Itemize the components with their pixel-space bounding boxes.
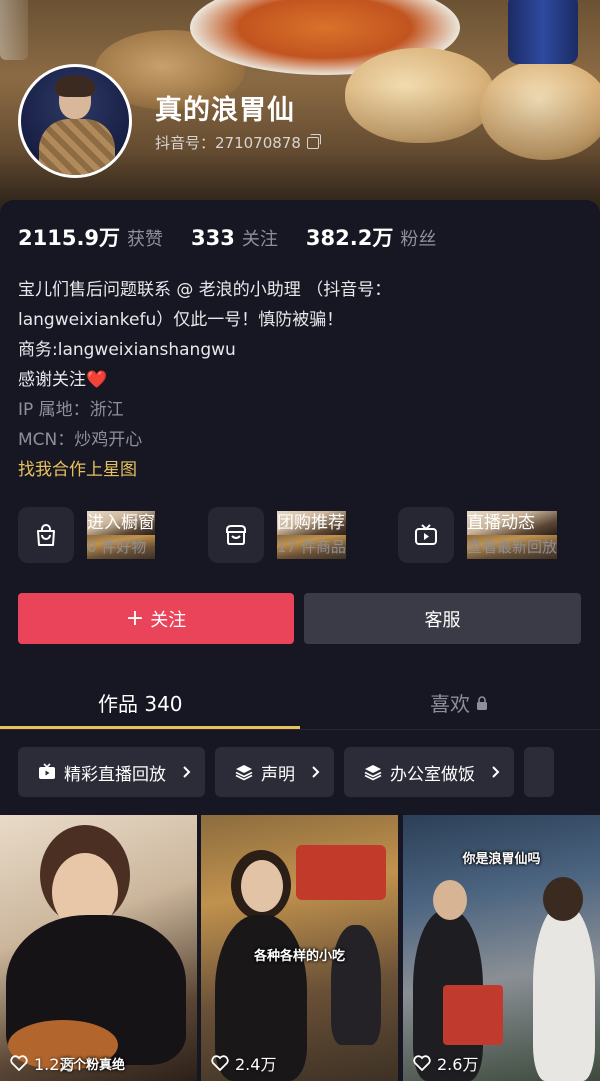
bio-line: langweixiankefu）仅此一号！慎防被骗！ [18,310,344,330]
likes-count: 1.2万 [34,1055,76,1074]
tab-likes-label: 喜欢 [430,692,470,716]
shopping-bag-icon [18,507,74,563]
video-caption: 各种各样的小吃 [253,949,345,964]
collection-label: 精彩直播回放 [64,764,166,785]
douyin-id[interactable]: 抖音号：271070878 [155,132,321,153]
stat-followers[interactable]: 382.2万 粉丝 [306,222,436,252]
entry-group-buy[interactable]: 团购推荐 17 件商品 [208,507,398,563]
plus-icon: + [125,606,145,631]
video-thumbnail[interactable]: 这个粉真绝 1.2万 [0,815,197,1081]
douyin-id-text: 抖音号：271070878 [155,134,301,152]
stat-following[interactable]: 333 关注 [191,225,278,251]
service-label: 客服 [424,609,461,631]
stack-icon [364,763,382,781]
heart-icon: ❤️ [86,370,108,390]
quick-entries: 进入橱窗 0 件好物 团购推荐 17 件商品 直播动态 查看最新回放 [18,507,588,563]
entry-title: 直播动态 [467,511,558,535]
collection-label: 声明 [261,764,295,785]
entry-showcase[interactable]: 进入橱窗 0 件好物 [18,507,208,563]
stat-label: 获赞 [127,229,164,250]
video-thumbnail[interactable]: 各种各样的小吃 2.4万 [201,815,398,1081]
stat-value: 333 [191,226,235,250]
bio-line: 感谢关注❤️ [18,365,588,395]
video-likes: 1.2万 [10,1051,75,1075]
lock-icon [477,695,487,710]
heart-outline-icon [211,1055,229,1071]
bio: 宝儿们售后问题联系 @ 老浪的小助理 （抖音号： langweixiankefu… [18,275,588,485]
likes-count: 2.4万 [235,1055,277,1074]
entry-title: 团购推荐 [277,511,346,535]
stat-label: 关注 [241,229,278,250]
collection-statement[interactable]: 声明 [215,747,334,797]
content-tabs: 作品 340 喜欢 [0,678,600,730]
video-likes: 2.6万 [413,1051,478,1075]
live-replay-icon [38,763,56,781]
stat-value: 2115.9万 [18,226,121,250]
follow-label: 关注 [150,609,187,631]
entry-title: 进入橱窗 [87,511,155,535]
chevron-right-icon [491,765,500,779]
entry-subtitle: 17 件商品 [277,535,346,559]
collection-office-cooking[interactable]: 办公室做饭 [344,747,514,797]
stat-likes[interactable]: 2115.9万 获赞 [18,222,163,252]
entry-subtitle: 查看最新回放 [467,535,558,559]
copy-icon[interactable] [306,133,321,149]
ip-location: IP 属地：浙江 [18,400,124,420]
mcn-info: MCN：炒鸡开心 [18,430,143,450]
collections-row: 精彩直播回放 声明 办公室做饭 [18,747,600,797]
video-caption: 你是浪胃仙吗 [462,852,541,867]
avatar[interactable] [18,64,132,178]
follow-button[interactable]: + 关注 [18,593,294,644]
group-buy-icon [208,507,264,563]
video-caption: 这个粉真绝 [60,1058,126,1073]
stack-icon [235,763,253,781]
profile-card: 2115.9万 获赞 333 关注 382.2万 粉丝 宝儿们售后问题联系 @ … [0,200,600,1081]
stat-value: 382.2万 [305,226,394,250]
heart-outline-icon [413,1055,431,1071]
tab-likes[interactable]: 喜欢 [430,688,488,717]
star-map-link[interactable]: 找我合作上星图 [18,455,588,485]
collection-more[interactable] [524,747,554,797]
bio-line: 商务:langweixianshangwu [18,340,236,360]
video-likes: 2.4万 [211,1051,276,1075]
stat-label: 粉丝 [400,229,437,250]
profile-name: 真的浪胃仙 [155,95,295,126]
bio-line: 宝儿们售后问题联系 @ 老浪的小助理 （抖音号： [18,280,392,300]
chevron-right-icon [182,765,191,779]
entry-subtitle: 0 件好物 [87,535,155,559]
bio-thanks: 感谢关注 [18,370,86,390]
tab-works[interactable]: 作品 340 [98,688,183,717]
live-tv-icon [398,507,454,563]
likes-count: 2.6万 [437,1055,479,1074]
video-grid: 这个粉真绝 1.2万 各种各样的小吃 2.4万 你是浪胃仙吗 2.6万 [0,815,600,1081]
collection-label: 办公室做饭 [390,764,475,785]
customer-service-button[interactable]: 客服 [304,593,581,644]
chevron-right-icon [311,765,320,779]
heart-outline-icon [10,1055,28,1071]
stats-row: 2115.9万 获赞 333 关注 382.2万 粉丝 [18,222,464,252]
video-thumbnail[interactable]: 你是浪胃仙吗 2.6万 [403,815,600,1081]
collection-live-replay[interactable]: 精彩直播回放 [18,747,205,797]
entry-live[interactable]: 直播动态 查看最新回放 [398,507,588,563]
